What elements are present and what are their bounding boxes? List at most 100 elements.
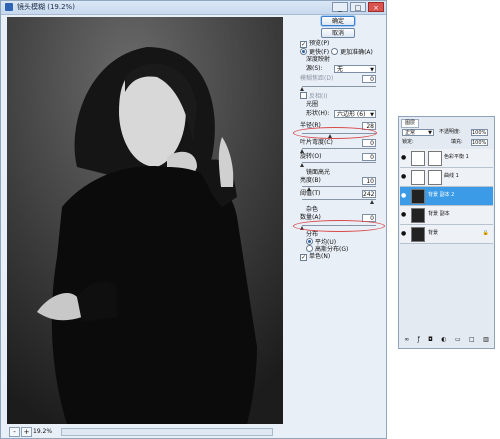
eye-icon[interactable]: ● xyxy=(401,155,407,161)
preview-image[interactable] xyxy=(7,17,283,424)
layers-tab[interactable]: 图层 xyxy=(401,119,420,128)
layer-row[interactable]: ● 色彩平衡 1 xyxy=(400,149,493,168)
blend-mode-value: 正常 xyxy=(405,130,416,136)
invert-option[interactable]: 反相(I) xyxy=(300,92,327,101)
portrait-photo xyxy=(7,17,283,424)
chevron-down-icon: ▼ xyxy=(370,67,374,73)
faster-label: 更快(F) xyxy=(309,49,330,56)
layer-row-active[interactable]: ● 背景 副本 2 xyxy=(400,187,493,206)
invert-checkbox[interactable] xyxy=(300,92,307,99)
blade-curvature-label: 叶片弯度(C) xyxy=(300,139,333,146)
layer-name: 背景 副本 xyxy=(428,211,450,217)
monochrome-option[interactable]: ✓ 单色(N) xyxy=(300,253,330,261)
more-accurate-radio[interactable] xyxy=(331,48,339,55)
shape-select[interactable]: 六边形 (6) ▼ xyxy=(334,110,376,118)
fill-field[interactable]: 100% xyxy=(471,139,488,146)
minimize-button[interactable]: _ xyxy=(332,2,348,12)
shape-value: 六边形 (6) xyxy=(337,111,366,118)
options-panel: 确定 取消 ✓ 预览(P) 更快(F) 更加准确(A) 深度映射 源(S): 无 ▼… xyxy=(293,14,385,434)
layers-bottom-toolbar: ∞ ƒ ◘ ◐ ▭ □ ▥ xyxy=(400,336,493,346)
mask-icon[interactable]: ◘ xyxy=(428,336,433,346)
invert-label: 反相(I) xyxy=(309,93,328,100)
preview-checkbox[interactable]: ✓ xyxy=(300,41,307,48)
title-bar[interactable]: 镜头模糊 (19.2%) _ □ × xyxy=(1,1,386,15)
cancel-button[interactable]: 取消 xyxy=(321,28,355,38)
fx-icon[interactable]: ƒ xyxy=(418,336,420,346)
source-label: 源(S): xyxy=(306,65,323,72)
zoom-out-button[interactable]: - xyxy=(9,427,20,437)
new-layer-icon[interactable]: □ xyxy=(469,336,475,346)
layer-thumbnail xyxy=(411,208,425,223)
opacity-label: 不透明度: xyxy=(439,129,461,135)
status-bar: - + 19.2% xyxy=(7,426,283,437)
window-controls: _ □ × xyxy=(332,2,384,12)
layer-mask-thumbnail xyxy=(428,170,442,185)
rotation-label: 旋转(O) xyxy=(300,153,322,160)
blade-curvature-field[interactable]: 0 xyxy=(362,139,376,147)
uniform-radio[interactable] xyxy=(306,238,313,245)
threshold-slider[interactable] xyxy=(302,199,376,204)
blade-curvature-slider[interactable] xyxy=(300,148,376,153)
radius-highlight-oval xyxy=(293,127,377,139)
eye-icon[interactable]: ● xyxy=(401,174,407,180)
zoom-in-button[interactable]: + xyxy=(21,427,32,437)
layer-name: 色彩平衡 1 xyxy=(444,154,469,160)
ok-button[interactable]: 确定 xyxy=(321,16,355,26)
layer-name: 背景 xyxy=(428,230,439,236)
layer-thumbnail xyxy=(411,189,425,204)
lock-icon: 🔒 xyxy=(482,230,489,236)
faster-radio[interactable] xyxy=(300,48,307,55)
eye-icon[interactable]: ● xyxy=(401,231,407,237)
maximize-button[interactable]: □ xyxy=(350,2,366,12)
horizontal-scrollbar[interactable] xyxy=(61,428,273,436)
layer-name: 曲线 1 xyxy=(444,173,459,179)
blur-focal-label: 模糊焦距(D) xyxy=(300,75,334,82)
rotation-slider[interactable] xyxy=(300,162,376,167)
chevron-down-icon: ▼ xyxy=(370,112,374,118)
shape-label: 形状(H): xyxy=(306,110,330,117)
more-accurate-label: 更加准确(A) xyxy=(340,49,373,56)
brightness-field[interactable]: 10 xyxy=(362,177,376,185)
adjustment-thumbnail xyxy=(411,151,425,166)
brightness-label: 亮度(B) xyxy=(300,177,321,184)
lock-label: 锁定: xyxy=(402,139,414,145)
eye-icon[interactable]: ● xyxy=(401,193,407,199)
blur-focal-slider[interactable] xyxy=(300,86,376,91)
brightness-slider[interactable] xyxy=(302,186,376,191)
layers-panel: 图层 正常 ▼ 不透明度: 100% 锁定: 填充: 100% ● 色彩平衡 1 … xyxy=(398,116,495,349)
layer-row[interactable]: ● 背景 副本 xyxy=(400,206,493,225)
app-icon xyxy=(5,3,13,11)
adjustment-icon[interactable]: ◐ xyxy=(441,336,446,346)
layer-mask-thumbnail xyxy=(428,151,442,166)
close-button[interactable]: × xyxy=(368,2,384,12)
trash-icon[interactable]: ▥ xyxy=(483,336,489,346)
rotation-field[interactable]: 0 xyxy=(362,153,376,161)
gaussian-radio[interactable] xyxy=(306,245,313,252)
preview-option[interactable]: ✓ 预览(P) xyxy=(300,40,329,48)
depth-map-heading: 深度映射 xyxy=(306,56,331,63)
noise-heading: 杂色 xyxy=(306,206,319,213)
dialog-title: 镜头模糊 (19.2%) xyxy=(17,3,75,11)
blur-focal-thumb[interactable] xyxy=(300,87,304,91)
eye-icon[interactable]: ● xyxy=(401,212,407,218)
opacity-field[interactable]: 100% xyxy=(471,129,488,136)
iris-heading: 光圈 xyxy=(306,101,319,108)
blur-focal-field[interactable]: 0 xyxy=(362,75,376,83)
layer-thumbnail xyxy=(411,227,425,242)
fill-label: 填充: xyxy=(451,139,463,145)
link-icon[interactable]: ∞ xyxy=(404,336,409,346)
specular-heading: 镜面高光 xyxy=(306,169,331,176)
layer-row[interactable]: ● 曲线 1 xyxy=(400,168,493,187)
group-icon[interactable]: ▭ xyxy=(455,336,461,346)
source-value: 无 xyxy=(337,66,344,73)
threshold-field[interactable]: 242 xyxy=(362,190,376,198)
blend-mode-select[interactable]: 正常 ▼ xyxy=(402,129,434,136)
rotation-thumb[interactable] xyxy=(300,163,304,167)
monochrome-checkbox[interactable]: ✓ xyxy=(300,254,307,261)
source-select[interactable]: 无 ▼ xyxy=(334,65,376,73)
gaussian-label: 高斯分布(G) xyxy=(315,246,349,253)
threshold-thumb[interactable] xyxy=(370,200,374,204)
layer-row[interactable]: ● 背景 🔒 xyxy=(400,225,493,244)
monochrome-label: 单色(N) xyxy=(309,253,331,260)
curves-thumbnail xyxy=(411,170,425,185)
